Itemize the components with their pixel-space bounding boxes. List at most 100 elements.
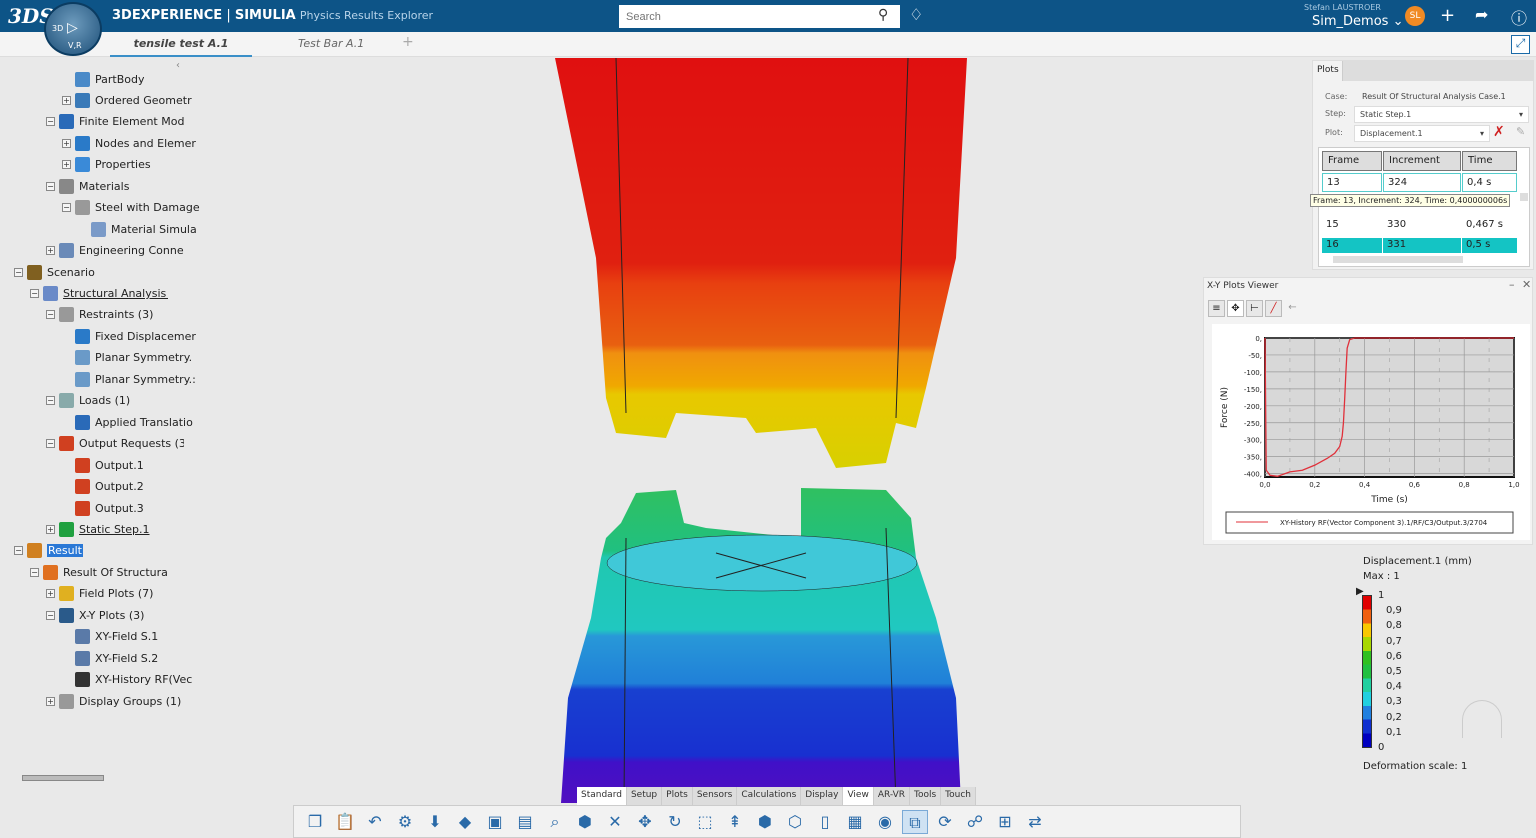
back-arrow-icon[interactable]: ← (1284, 300, 1301, 317)
action-tab-display[interactable]: Display (801, 787, 844, 805)
maximize-icon[interactable]: ⤢ (1511, 35, 1530, 54)
expand-icon[interactable]: + (62, 138, 71, 148)
undo-icon[interactable]: ↶ (362, 810, 388, 834)
table-hscrollbar[interactable] (1333, 256, 1463, 263)
cube-icon[interactable]: ⬢ (572, 810, 598, 834)
zoom-icon[interactable]: ⌕ (542, 810, 568, 834)
tree-node[interactable]: XY-History RF(Vec (62, 670, 192, 690)
collapse-icon[interactable]: − (14, 546, 23, 556)
collapse-icon[interactable]: − (30, 289, 39, 298)
expand-icon[interactable]: + (46, 246, 55, 256)
iso-view-icon[interactable]: ⬢ (752, 810, 778, 834)
tree-node[interactable]: − Loads (1) (46, 391, 130, 411)
search-input[interactable] (619, 5, 900, 28)
tree-node[interactable]: Applied Translatio (62, 412, 193, 432)
tree-node[interactable]: + Engineering Connect (46, 241, 184, 261)
tree-node[interactable]: Output.1 (62, 455, 144, 475)
pan-icon[interactable]: ✥ (632, 810, 658, 834)
share-icon[interactable]: ➦ (1475, 5, 1488, 24)
expand-icon[interactable]: + (46, 589, 55, 599)
action-tab-sensors[interactable]: Sensors (693, 787, 738, 805)
tree-hscrollbar[interactable] (22, 775, 104, 781)
tree-node[interactable]: Material Simula (78, 219, 197, 239)
action-tab-setup[interactable]: Setup (627, 787, 663, 805)
expand-icon[interactable]: + (46, 696, 55, 706)
list-icon[interactable]: ≡ (1208, 300, 1225, 317)
render-icon[interactable]: ▦ (842, 810, 868, 834)
hide-show-icon[interactable]: ◉ (872, 810, 898, 834)
paste-icon[interactable]: 📋 (332, 810, 358, 834)
tree-node[interactable]: − Output Requests (3) (46, 434, 184, 454)
col-time[interactable]: Time (1462, 151, 1517, 171)
close-icon[interactable]: ✕ (1522, 278, 1531, 291)
action-tab-plots[interactable]: Plots (662, 787, 693, 805)
normal-view-icon[interactable]: ⇞ (722, 810, 748, 834)
table-vscrollbar[interactable] (1520, 193, 1528, 201)
action-tab-tools[interactable]: Tools (910, 787, 942, 805)
tree-node[interactable]: − Restraints (3) (46, 305, 153, 325)
tree-node[interactable]: Output.3 (62, 498, 144, 518)
action-tab-view[interactable]: View (843, 787, 874, 805)
tree-node[interactable]: − Structural Analysis Case. (30, 284, 168, 304)
tree-node[interactable]: XY-Field S.1 (62, 627, 158, 647)
display-icon[interactable]: ▣ (482, 810, 508, 834)
tree-node[interactable]: − Finite Element Model (46, 112, 184, 132)
col-increment[interactable]: Increment (1383, 151, 1461, 171)
axis-icon[interactable]: ⊢ (1246, 300, 1263, 317)
expand-icon[interactable]: + (62, 95, 71, 105)
tree-node[interactable]: − X-Y Plots (3) (46, 605, 144, 625)
collab-space-dropdown[interactable]: Sim_Demos ⌄ (1312, 14, 1403, 29)
expand-icon[interactable]: + (46, 524, 55, 534)
collapse-icon[interactable]: − (46, 396, 55, 406)
tab-test-bar[interactable]: Test Bar A.1 (298, 37, 364, 50)
layout-icon[interactable]: ⊞ (992, 810, 1018, 834)
col-frame[interactable]: Frame (1322, 151, 1382, 171)
plot-settings-icon[interactable]: ✗ (1493, 124, 1505, 140)
collapse-icon[interactable]: − (46, 181, 55, 191)
avatar[interactable]: SL (1405, 6, 1425, 26)
step-dropdown[interactable]: Static Step.1 ▾ (1354, 106, 1529, 123)
edit-icon[interactable]: ✎ (1516, 125, 1525, 138)
tree-node[interactable]: + Nodes and Elemer (62, 133, 196, 153)
tree-node[interactable]: + Static Step.1 (46, 519, 150, 539)
swap-icon[interactable]: ⧉ (902, 809, 928, 834)
tree-node[interactable]: + Field Plots (7) (46, 584, 153, 604)
view-mode-icon[interactable]: ⬡ (782, 810, 808, 834)
pan-icon[interactable]: ✥ (1227, 300, 1244, 317)
tree-node[interactable]: − Result Of Structural Ana (30, 562, 168, 582)
measure-icon[interactable]: ⚙ (392, 810, 418, 834)
plus-icon[interactable]: + (1440, 5, 1455, 26)
zoom-area-icon[interactable]: ⬚ (692, 810, 718, 834)
tree-node[interactable]: + Ordered Geometr (62, 90, 192, 110)
section-icon[interactable]: ▯ (812, 810, 838, 834)
tree-node[interactable]: + Properties (62, 155, 151, 175)
collapse-icon[interactable]: − (62, 203, 71, 213)
minimize-icon[interactable]: – (1509, 278, 1515, 291)
action-tab-calculations[interactable]: Calculations (737, 787, 802, 805)
color-plot-icon[interactable]: ◆ (452, 810, 478, 834)
collapse-icon[interactable]: − (30, 567, 39, 577)
add-tab-button[interactable]: + (402, 34, 414, 50)
collapse-icon[interactable]: − (46, 310, 55, 320)
import-icon[interactable]: ⬇ (422, 810, 448, 834)
tree-node[interactable]: − Result (14, 541, 83, 561)
compass-widget[interactable]: ▷ 3D V,R (44, 2, 102, 56)
refresh-icon[interactable]: ⟳ (932, 810, 958, 834)
sensor-icon[interactable]: ☍ (962, 810, 988, 834)
tree-node[interactable]: − Scenario (14, 262, 95, 282)
rotate-icon[interactable]: ↻ (662, 810, 688, 834)
collapse-icon[interactable]: − (46, 439, 55, 449)
tree-node[interactable]: XY-Field S.2 (62, 648, 158, 668)
tree-collapse-icon[interactable]: ‹ (176, 60, 180, 71)
axis-triad-icon[interactable] (1462, 700, 1502, 738)
collapse-icon[interactable]: − (46, 117, 55, 127)
help-icon[interactable]: ⓘ (1511, 5, 1527, 29)
tree-node[interactable]: Planar Symmetry. (62, 348, 192, 368)
tree-node[interactable]: − Materials (46, 176, 129, 196)
tree-node[interactable]: PartBody (62, 69, 144, 89)
expand-icon[interactable]: + (62, 160, 71, 170)
switch-icon[interactable]: ⇄ (1022, 810, 1048, 834)
action-tab-ar-vr[interactable]: AR-VR (874, 787, 910, 805)
plots-tab[interactable]: Plots (1313, 61, 1343, 81)
table-icon[interactable]: ▤ (512, 810, 538, 834)
